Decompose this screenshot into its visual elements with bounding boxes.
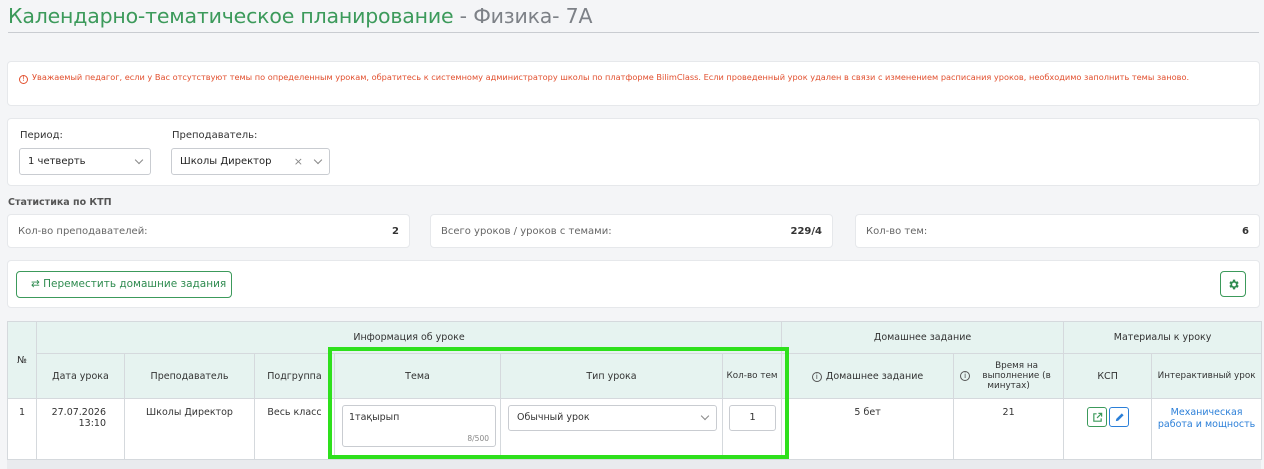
stats-title: Статистика по КТП bbox=[8, 197, 112, 208]
notice-text: ! Уважаемый педагог, если у Вас отсутству… bbox=[19, 71, 1239, 84]
info-icon: ! bbox=[19, 75, 28, 84]
period-label: Период: bbox=[20, 130, 63, 141]
row-homework: 5 бет bbox=[781, 398, 955, 460]
lesson-type-select[interactable]: Обычный урок bbox=[508, 405, 717, 431]
row-subgroup: Весь класс bbox=[254, 398, 335, 460]
col-teacher: Преподаватель bbox=[124, 353, 255, 399]
topic-char-counter: 8/500 bbox=[467, 434, 489, 443]
teacher-label: Преподаватель: bbox=[172, 130, 258, 141]
period-select[interactable]: 1 четверть bbox=[19, 148, 151, 175]
col-date: Дата урока bbox=[36, 353, 125, 399]
page-title: Календарно-тематическое планирование - Ф… bbox=[8, 4, 593, 28]
chevron-down-icon bbox=[700, 411, 710, 421]
row-topic-cell: 1тақырып 8/500 bbox=[334, 398, 501, 460]
col-count: Кол-во тем bbox=[721, 353, 783, 399]
external-link-icon bbox=[1092, 412, 1102, 422]
chevron-down-icon bbox=[134, 155, 144, 165]
interactive-lesson-link[interactable]: Механическая работа и мощность bbox=[1151, 398, 1263, 460]
row-date: 27.07.2026 13:10 bbox=[36, 398, 125, 460]
group-lesson-info: Информация об уроке bbox=[35, 321, 783, 354]
notice-panel: ! Уважаемый педагог, если у Вас отсутству… bbox=[7, 61, 1260, 106]
stat-teachers: Кол-во преподавателей: 2 bbox=[7, 214, 410, 248]
stat-topics: Кол-во тем: 6 bbox=[855, 214, 1260, 248]
edit-kcp-button[interactable] bbox=[1108, 407, 1129, 427]
gear-icon bbox=[1229, 279, 1239, 290]
col-interactive: Интерактивный урок bbox=[1151, 353, 1263, 399]
col-num: № bbox=[7, 321, 37, 399]
next-table-row bbox=[7, 459, 1261, 469]
swap-arrows-icon: ⇄ bbox=[31, 278, 40, 290]
group-homework: Домашнее задание bbox=[781, 321, 1065, 354]
col-time: i Время на выполнение (в минутах) bbox=[953, 353, 1065, 399]
pencil-icon bbox=[1115, 413, 1124, 422]
topic-input[interactable]: 1тақырып 8/500 bbox=[342, 405, 496, 447]
table-row: 1 27.07.2026 13:10 Школы Директор Весь кл… bbox=[7, 398, 1263, 460]
actions-panel: ⇄ Переместить домашние задания bbox=[7, 260, 1260, 308]
title-divider bbox=[8, 32, 1259, 33]
lessons-table: № Информация об уроке Домашнее задание М… bbox=[7, 321, 1263, 460]
col-topic: Тема bbox=[334, 353, 501, 399]
settings-button[interactable] bbox=[1220, 271, 1246, 297]
row-teacher: Школы Директор bbox=[124, 398, 255, 460]
page-subtitle: Физика- 7А bbox=[473, 4, 593, 28]
row-type-cell: Обычный урок bbox=[500, 398, 723, 460]
filters-panel: Период: 1 четверть Преподаватель: Школы … bbox=[7, 118, 1260, 186]
row-num: 1 bbox=[7, 398, 37, 460]
col-homework: i Домашнее задание bbox=[781, 353, 955, 399]
stat-lessons: Всего уроков / уроков с темами: 229/4 bbox=[430, 214, 833, 248]
group-materials: Материалы к уроку bbox=[1063, 321, 1263, 354]
chevron-down-icon bbox=[313, 155, 323, 165]
open-kcp-button[interactable] bbox=[1086, 407, 1107, 427]
col-type: Тип урока bbox=[500, 353, 723, 399]
col-kcp: КСП bbox=[1063, 353, 1153, 399]
info-icon: i bbox=[811, 371, 822, 382]
row-count-cell: 1 bbox=[721, 398, 783, 460]
info-icon: i bbox=[960, 371, 971, 381]
move-homework-button[interactable]: ⇄ Переместить домашние задания bbox=[16, 271, 232, 298]
col-subgroup: Подгруппа bbox=[254, 353, 335, 399]
topic-count-input[interactable]: 1 bbox=[729, 405, 776, 431]
row-kcp bbox=[1063, 398, 1153, 460]
clear-icon[interactable]: × bbox=[294, 149, 303, 174]
teacher-select[interactable]: Школы Директор × bbox=[171, 148, 330, 175]
row-time: 21 bbox=[953, 398, 1065, 460]
